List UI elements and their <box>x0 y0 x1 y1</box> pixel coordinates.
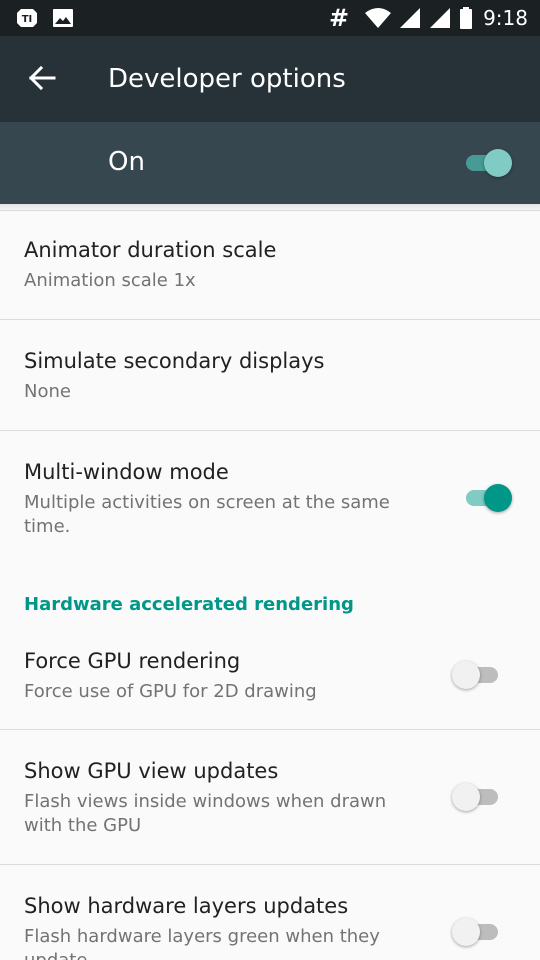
signal-icon <box>400 8 421 28</box>
pref-multi-window-mode[interactable]: Multi-window mode Multiple activities on… <box>0 431 540 571</box>
back-arrow-icon[interactable] <box>26 62 58 94</box>
show-hardware-layers-toggle[interactable] <box>452 917 500 947</box>
switch-thumb <box>452 661 480 689</box>
page-title: Developer options <box>108 64 346 94</box>
pref-summary: Animation scale 1x <box>24 270 196 291</box>
switch-thumb <box>484 149 512 177</box>
switch-thumb <box>452 918 480 946</box>
pref-title: Simulate secondary displays <box>24 349 325 373</box>
switch-thumb <box>452 783 480 811</box>
master-switch-toggle[interactable] <box>464 148 512 178</box>
status-bar: TI # 9:18 <box>0 0 540 36</box>
wifi-icon <box>365 8 392 28</box>
pref-simulate-secondary-displays[interactable]: Simulate secondary displays None <box>0 320 540 430</box>
notification-app-icon: TI <box>17 9 37 27</box>
pref-summary: Multiple activities on screen at the sam… <box>24 492 390 537</box>
category-hardware-accelerated-rendering: Hardware accelerated rendering <box>24 594 354 615</box>
battery-icon <box>460 7 473 29</box>
pref-show-gpu-view-updates[interactable]: Show GPU view updates Flash views inside… <box>0 730 540 864</box>
app-bar: Developer options <box>0 36 540 122</box>
signal-2-icon <box>430 8 451 28</box>
pref-force-gpu-rendering[interactable]: Force GPU rendering Force use of GPU for… <box>0 630 540 729</box>
svg-text:TI: TI <box>22 14 33 25</box>
multi-window-toggle[interactable] <box>464 483 512 513</box>
image-notification-icon <box>53 9 73 27</box>
clock: 9:18 <box>483 6 528 30</box>
pref-title: Show GPU view updates <box>24 759 279 783</box>
pref-summary: Flash hardware layers green when they up… <box>24 926 380 960</box>
pref-show-hardware-layers-updates[interactable]: Show hardware layers updates Flash hardw… <box>0 865 540 960</box>
pref-summary: Force use of GPU for 2D drawing <box>24 681 317 702</box>
pref-title: Animator duration scale <box>24 238 277 262</box>
hashtag-icon: # <box>328 4 350 32</box>
pref-title: Multi-window mode <box>24 460 229 484</box>
show-gpu-view-updates-toggle[interactable] <box>452 782 500 812</box>
pref-summary: Flash views inside windows when drawn wi… <box>24 791 387 836</box>
pref-title: Show hardware layers updates <box>24 894 349 918</box>
pref-animator-duration-scale[interactable]: Animator duration scale Animation scale … <box>0 211 540 319</box>
master-switch-bar[interactable]: On <box>0 122 540 204</box>
pref-summary: None <box>24 381 71 402</box>
master-switch-label: On <box>108 147 145 177</box>
switch-thumb <box>484 484 512 512</box>
pref-title: Force GPU rendering <box>24 649 241 673</box>
force-gpu-toggle[interactable] <box>452 660 500 690</box>
